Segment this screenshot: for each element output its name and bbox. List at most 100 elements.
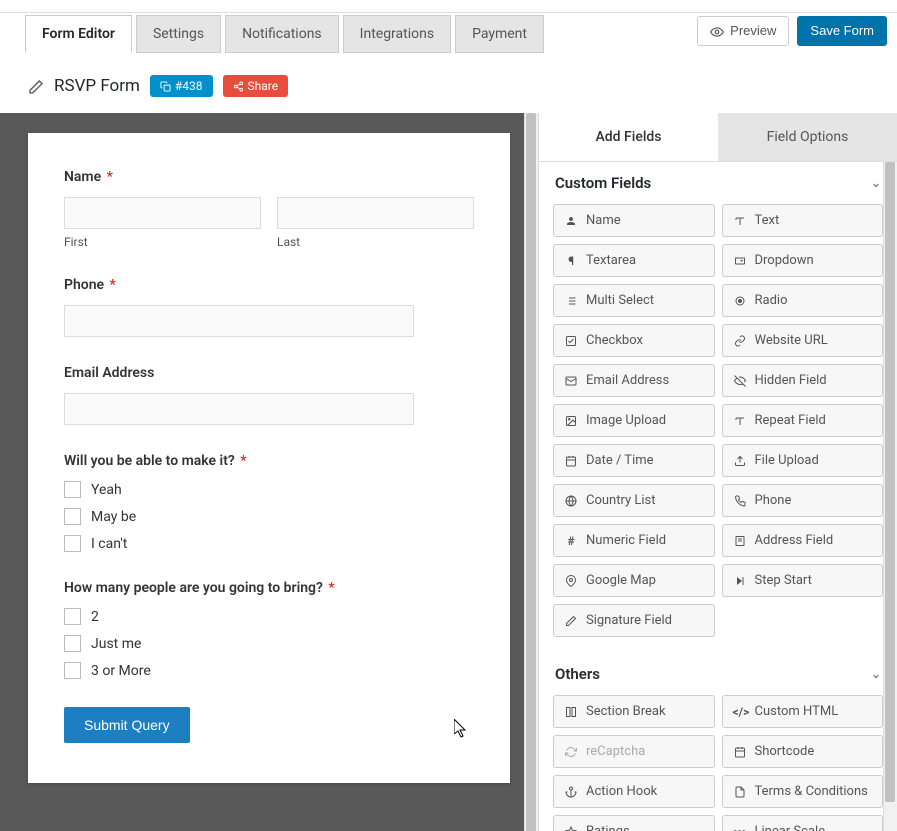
preview-button[interactable]: Preview bbox=[697, 16, 789, 46]
field-type-radio[interactable]: Radio bbox=[722, 284, 884, 317]
form-canvas-area: Name * First Last Phone * bbox=[0, 113, 538, 831]
cal-icon bbox=[564, 454, 578, 468]
q1-option-1[interactable]: May be bbox=[64, 508, 474, 525]
form-title: RSVP Form bbox=[54, 76, 140, 96]
star-icon bbox=[564, 825, 578, 831]
chevron-down-icon: ⌄ bbox=[871, 176, 881, 190]
image-icon bbox=[564, 414, 578, 428]
field-type-hidden-field[interactable]: Hidden Field bbox=[722, 364, 884, 397]
q1-option-2[interactable]: I can't bbox=[64, 535, 474, 552]
code-icon: </> bbox=[733, 705, 747, 719]
sig-icon bbox=[564, 614, 578, 628]
field-type-file-upload[interactable]: File Upload bbox=[722, 444, 884, 477]
addr-icon bbox=[733, 534, 747, 548]
main-tabs: Form Editor Settings Notifications Integ… bbox=[25, 15, 548, 53]
field-type-recaptcha: reCaptcha bbox=[553, 735, 715, 768]
field-type-checkbox[interactable]: Checkbox bbox=[553, 324, 715, 357]
first-sublabel: First bbox=[64, 235, 261, 249]
dot-icon bbox=[733, 294, 747, 308]
hash-icon: # bbox=[564, 534, 578, 548]
field-type-shortcode[interactable]: Shortcode bbox=[722, 735, 884, 768]
tab-integrations[interactable]: Integrations bbox=[343, 15, 451, 53]
list-icon bbox=[564, 294, 578, 308]
field-type-email-address[interactable]: Email Address bbox=[553, 364, 715, 397]
checkbox-icon bbox=[64, 662, 81, 679]
field-type-numeric-field[interactable]: #Numeric Field bbox=[553, 524, 715, 557]
tab-payment[interactable]: Payment bbox=[455, 15, 544, 53]
field-type-image-upload[interactable]: Image Upload bbox=[553, 404, 715, 437]
save-form-button[interactable]: Save Form bbox=[797, 16, 887, 46]
pencil-icon bbox=[28, 77, 44, 96]
checkbox-icon bbox=[64, 508, 81, 525]
para-icon: ¶ bbox=[564, 254, 578, 268]
field-type-linear-scale[interactable]: •••Linear Scale bbox=[722, 815, 884, 831]
tab-settings[interactable]: Settings bbox=[136, 15, 221, 53]
pin-icon bbox=[564, 574, 578, 588]
tab-notifications[interactable]: Notifications bbox=[225, 15, 339, 53]
phone-icon bbox=[733, 494, 747, 508]
side-tab-add-fields[interactable]: Add Fields bbox=[539, 113, 718, 161]
field-type-action-hook[interactable]: Action Hook bbox=[553, 775, 715, 808]
phone-input[interactable] bbox=[64, 305, 414, 337]
field-type-country-list[interactable]: Country List bbox=[553, 484, 715, 517]
form-id-badge[interactable]: #438 bbox=[150, 75, 213, 97]
email-input[interactable] bbox=[64, 393, 414, 425]
field-type-step-start[interactable]: Step Start bbox=[722, 564, 884, 597]
canvas-scrollbar[interactable] bbox=[524, 113, 538, 831]
side-tab-field-options[interactable]: Field Options bbox=[718, 113, 897, 161]
field-type-section-break[interactable]: Section Break bbox=[553, 695, 715, 728]
field-type-custom-html[interactable]: </>Custom HTML bbox=[722, 695, 884, 728]
field-type-ratings[interactable]: Ratings bbox=[553, 815, 715, 831]
user-icon bbox=[564, 214, 578, 228]
checkbox-icon bbox=[64, 635, 81, 652]
field-type-phone[interactable]: Phone bbox=[722, 484, 884, 517]
field-type-repeat-field[interactable]: Repeat Field bbox=[722, 404, 884, 437]
last-name-input[interactable] bbox=[277, 197, 474, 229]
q2-option-2[interactable]: 3 or More bbox=[64, 662, 474, 679]
field-type-terms-conditions[interactable]: Terms & Conditions bbox=[722, 775, 884, 808]
side-panel-body: Custom Fields ⌄ NameText¶TextareaDropdow… bbox=[539, 162, 897, 831]
field-type-website-url[interactable]: Website URL bbox=[722, 324, 884, 357]
share-icon bbox=[233, 79, 244, 93]
field-type-signature-field[interactable]: Signature Field bbox=[553, 604, 715, 637]
checkbox-icon bbox=[64, 481, 81, 498]
q1-option-0[interactable]: Yeah bbox=[64, 481, 474, 498]
upload-icon bbox=[733, 454, 747, 468]
recap-icon bbox=[564, 745, 578, 759]
q2-option-0[interactable]: 2 bbox=[64, 608, 474, 625]
tab-form-editor[interactable]: Form Editor bbox=[25, 15, 132, 53]
file-icon bbox=[733, 785, 747, 799]
field-type-google-map[interactable]: Google Map bbox=[553, 564, 715, 597]
field-type-text[interactable]: Text bbox=[722, 204, 884, 237]
submit-button[interactable]: Submit Query bbox=[64, 707, 190, 743]
side-scrollbar[interactable] bbox=[883, 162, 897, 831]
field-type-multi-select[interactable]: Multi Select bbox=[553, 284, 715, 317]
checkbox-icon bbox=[64, 535, 81, 552]
checkbox-icon bbox=[64, 608, 81, 625]
first-name-input[interactable] bbox=[64, 197, 261, 229]
last-sublabel: Last bbox=[277, 235, 474, 249]
section-others[interactable]: Others ⌄ bbox=[539, 653, 897, 695]
step-icon bbox=[733, 574, 747, 588]
link-icon bbox=[733, 334, 747, 348]
anchor-icon bbox=[564, 785, 578, 799]
email-label: Email Address bbox=[64, 365, 474, 381]
section-custom-fields[interactable]: Custom Fields ⌄ bbox=[539, 162, 897, 204]
eyeoff-icon bbox=[733, 374, 747, 388]
field-type-address-field[interactable]: Address Field bbox=[722, 524, 884, 557]
dots-icon: ••• bbox=[733, 825, 747, 831]
q2-option-1[interactable]: Just me bbox=[64, 635, 474, 652]
share-button[interactable]: Share bbox=[223, 75, 289, 97]
mail-icon bbox=[564, 374, 578, 388]
globe-icon bbox=[564, 494, 578, 508]
form-canvas[interactable]: Name * First Last Phone * bbox=[28, 133, 510, 783]
name-label: Name * bbox=[64, 169, 474, 185]
q2-label: How many people are you going to bring? … bbox=[64, 580, 474, 596]
field-type-name[interactable]: Name bbox=[553, 204, 715, 237]
field-type-date-time[interactable]: Date / Time bbox=[553, 444, 715, 477]
field-type-textarea[interactable]: ¶Textarea bbox=[553, 244, 715, 277]
field-type-dropdown[interactable]: Dropdown bbox=[722, 244, 884, 277]
cal-icon bbox=[733, 745, 747, 759]
chevron-down-icon: ⌄ bbox=[871, 667, 881, 681]
copy-icon bbox=[160, 79, 171, 93]
